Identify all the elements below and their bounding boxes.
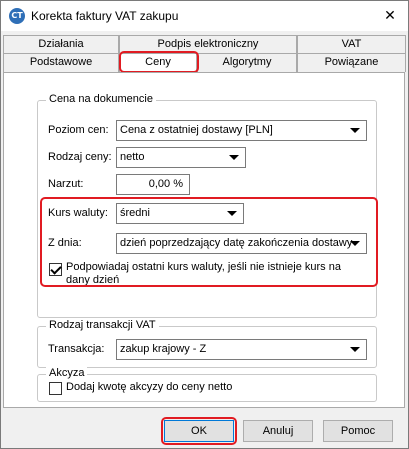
dodaj-akcyze-checkbox[interactable] bbox=[49, 382, 62, 395]
cena-group-title: Cena na dokumencie bbox=[46, 93, 156, 105]
tab-vat[interactable]: VAT bbox=[297, 35, 406, 54]
chevron-down-icon bbox=[350, 347, 360, 352]
chevron-down-icon bbox=[350, 128, 360, 133]
transakcja-label: Transakcja: bbox=[48, 343, 105, 355]
podpowiadaj-label-line2: dany dzień bbox=[66, 274, 120, 286]
transakcja-value: zakup krajowy - Z bbox=[120, 343, 207, 355]
podpowiadaj-checkbox[interactable] bbox=[49, 263, 62, 276]
tab-powiazane[interactable]: Powiązane bbox=[297, 53, 406, 72]
chevron-down-icon bbox=[350, 241, 360, 246]
dodaj-akcyze-label: Dodaj kwotę akcyzy do ceny netto bbox=[66, 381, 233, 393]
poziom-cen-label: Poziom cen: bbox=[48, 124, 109, 136]
rodzaj-ceny-value: netto bbox=[120, 151, 145, 163]
tab-ceny[interactable]: Ceny bbox=[119, 53, 197, 73]
poziom-cen-select[interactable]: Cena z ostatniej dostawy [PLN] bbox=[116, 120, 367, 141]
dialog-content: Działania Podpis elektroniczny VAT Podst… bbox=[1, 31, 408, 448]
akcyza-group: Akcyza Dodaj kwotę akcyzy do ceny netto bbox=[37, 367, 377, 402]
transakcja-select[interactable]: zakup krajowy - Z bbox=[116, 339, 367, 360]
title-bar: CT Korekta faktury VAT zakupu ✕ bbox=[1, 1, 408, 31]
kurs-waluty-select[interactable]: średni bbox=[116, 203, 244, 224]
tab-dzialania[interactable]: Działania bbox=[3, 35, 119, 54]
z-dnia-label: Z dnia: bbox=[48, 237, 82, 249]
tab-podstawowe[interactable]: Podstawowe bbox=[3, 53, 119, 72]
app-logo-icon: CT bbox=[9, 8, 25, 24]
poziom-cen-value: Cena z ostatniej dostawy [PLN] bbox=[120, 124, 273, 136]
anuluj-button[interactable]: Anuluj bbox=[243, 420, 313, 442]
vat-group: Rodzaj transakcji VAT Transakcja: zakup … bbox=[37, 319, 377, 368]
kurs-waluty-value: średni bbox=[120, 207, 150, 219]
tab-algorytmy[interactable]: Algorytmy bbox=[197, 53, 297, 72]
chevron-down-icon bbox=[227, 211, 237, 216]
tab-podpis-elektroniczny[interactable]: Podpis elektroniczny bbox=[119, 35, 297, 54]
rodzaj-ceny-label: Rodzaj ceny: bbox=[48, 151, 112, 163]
chevron-down-icon bbox=[229, 155, 239, 160]
narzut-label: Narzut: bbox=[48, 178, 84, 190]
tab-panel-ceny: Cena na dokumencie Poziom cen: Cena z os… bbox=[3, 72, 405, 408]
rodzaj-ceny-select[interactable]: netto bbox=[116, 147, 246, 168]
window-title: Korekta faktury VAT zakupu bbox=[31, 9, 179, 23]
kurs-waluty-label: Kurs waluty: bbox=[48, 207, 108, 219]
podpowiadaj-label-line1: Podpowiadaj ostatni kurs waluty, jeśli n… bbox=[66, 261, 341, 273]
vat-group-title: Rodzaj transakcji VAT bbox=[46, 319, 159, 331]
pomoc-button[interactable]: Pomoc bbox=[323, 420, 393, 442]
akcyza-group-title: Akcyza bbox=[46, 367, 88, 379]
close-icon[interactable]: ✕ bbox=[380, 6, 400, 26]
dialog-window: CT Korekta faktury VAT zakupu ✕ Działani… bbox=[0, 0, 409, 449]
cena-group: Cena na dokumencie Poziom cen: Cena z os… bbox=[37, 93, 377, 318]
z-dnia-value: dzień poprzedzający datę zakończenia dos… bbox=[120, 237, 353, 249]
z-dnia-select[interactable]: dzień poprzedzający datę zakończenia dos… bbox=[116, 233, 367, 254]
ok-button[interactable]: OK bbox=[164, 420, 234, 442]
narzut-input[interactable]: 0,00 % bbox=[116, 174, 190, 195]
